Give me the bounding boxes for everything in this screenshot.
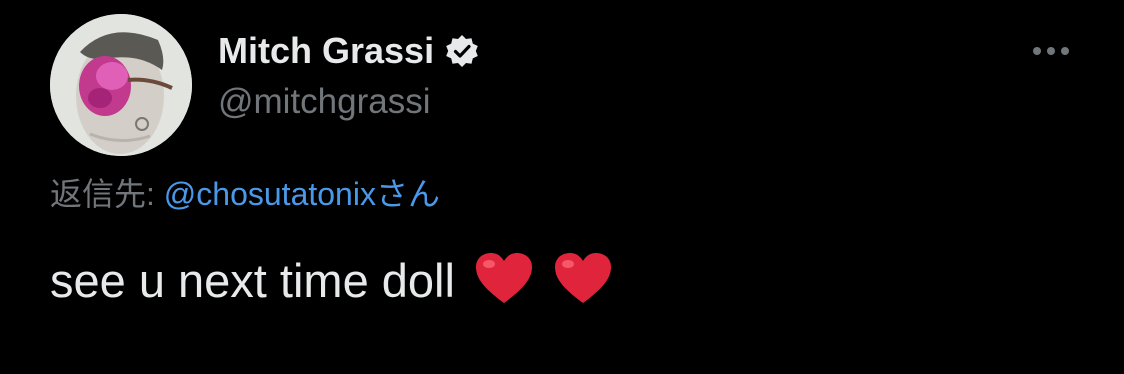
verified-badge-icon xyxy=(444,33,480,69)
author-handle[interactable]: @mitchgrassi xyxy=(218,80,431,124)
reply-context: 返信先: @chosutatonixさん xyxy=(50,172,440,216)
avatar[interactable] xyxy=(50,14,192,156)
more-icon[interactable] xyxy=(1028,36,1074,66)
reply-handle-link[interactable]: @chosutatonix xyxy=(164,176,376,212)
author-row: Mitch Grassi xyxy=(218,28,480,74)
reply-prefix: 返信先: xyxy=(50,176,164,212)
heart-icon xyxy=(553,251,613,305)
reply-suffix: さん xyxy=(375,176,440,212)
display-name[interactable]: Mitch Grassi xyxy=(218,28,434,74)
heart-icon xyxy=(474,251,534,305)
tweet: Mitch Grassi @mitchgrassi 返信先: @chosutat… xyxy=(0,0,1124,374)
tweet-text-row: see u next time doll xyxy=(50,250,613,312)
avatar-image xyxy=(50,14,192,156)
tweet-text: see u next time doll xyxy=(50,254,455,307)
